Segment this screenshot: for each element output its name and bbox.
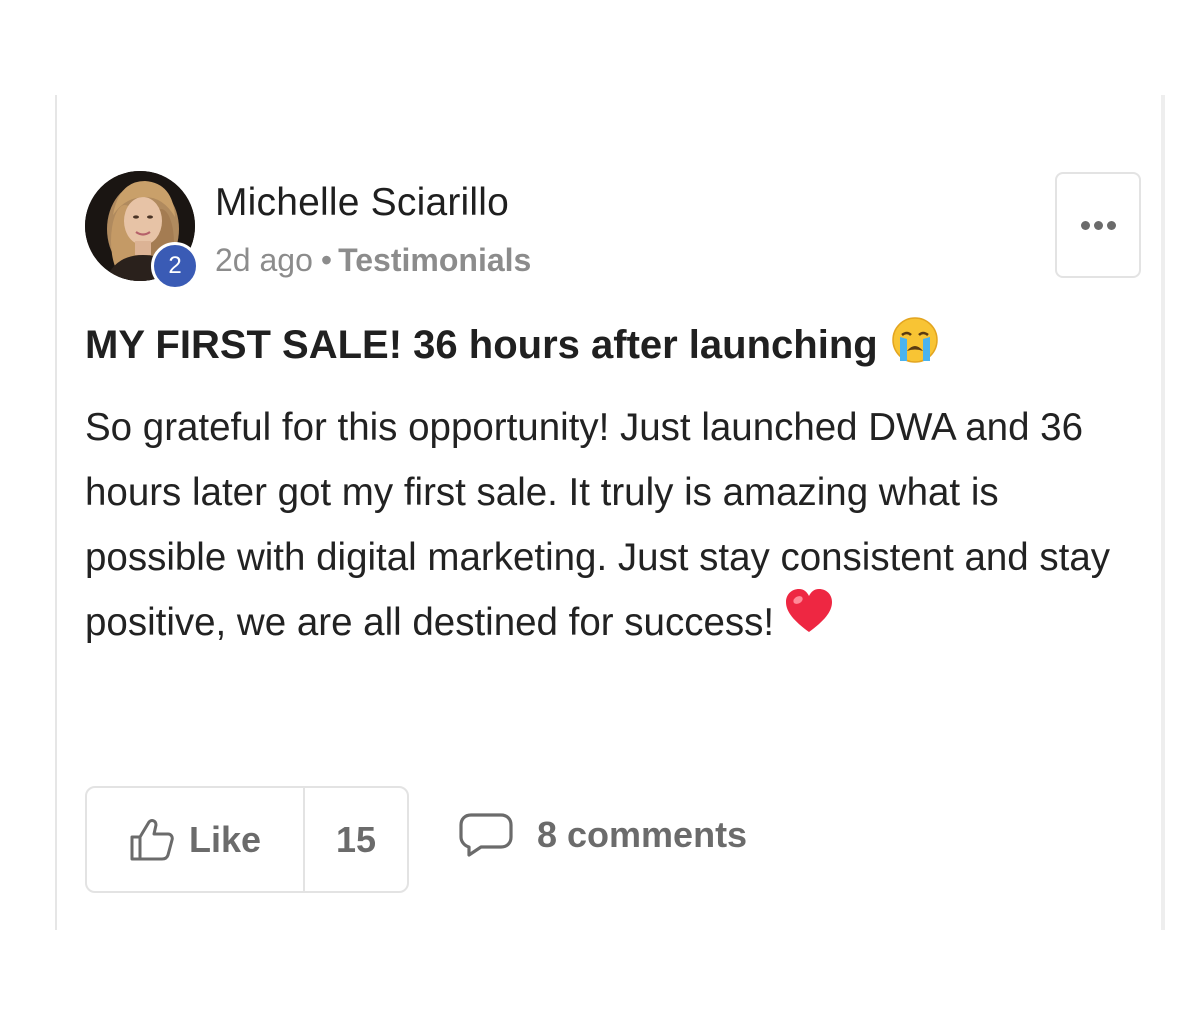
speech-bubble-icon: [459, 813, 513, 857]
author-avatar-wrap[interactable]: 2: [85, 171, 199, 290]
more-options-button[interactable]: [1055, 172, 1141, 278]
crying-face-emoji: [890, 315, 940, 375]
like-button[interactable]: Like: [87, 788, 305, 891]
post-body: So grateful for this opportunity! Just l…: [85, 395, 1145, 655]
post-category-link[interactable]: Testimonials: [338, 242, 531, 278]
red-heart-emoji: [784, 588, 834, 654]
meta-separator: •: [320, 242, 333, 278]
post-meta: 2d ago • Testimonials: [215, 242, 531, 279]
post-title[interactable]: MY FIRST SALE! 36 hours after launching: [85, 315, 940, 375]
post-body-text: So grateful for this opportunity! Just l…: [85, 406, 1111, 644]
level-badge: 2: [151, 242, 199, 290]
author-name[interactable]: Michelle Sciarillo: [215, 181, 509, 225]
post-title-text: MY FIRST SALE! 36 hours after launching: [85, 322, 878, 367]
like-count[interactable]: 15: [305, 788, 407, 891]
like-group: Like 15: [85, 786, 409, 893]
post-time: 2d ago: [215, 242, 313, 278]
comments-label: 8 comments: [537, 814, 748, 855]
more-options-icon: [1080, 220, 1116, 230]
comments-button[interactable]: 8 comments: [459, 813, 747, 857]
thumbs-up-icon: [130, 818, 174, 860]
like-label: Like: [188, 818, 262, 860]
post-card: 2 Michelle Sciarillo 2d ago • Testimonials…: [55, 95, 1165, 930]
